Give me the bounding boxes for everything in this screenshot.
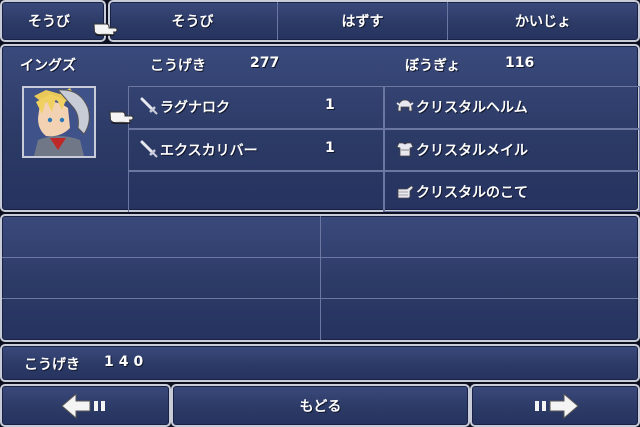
item-slot[interactable] [320, 257, 638, 299]
character-name: イングズ [20, 58, 76, 74]
armor-name-3: クリスタルのこて [416, 185, 528, 201]
right-arrow-icon[interactable] [526, 392, 580, 420]
back-button[interactable]: もどる [171, 396, 470, 416]
armor-name-1: クリスタルヘルム [416, 100, 528, 116]
weapon-row-3 [128, 170, 384, 212]
weapon-cursor-hand-icon [109, 111, 134, 124]
item-slot[interactable] [320, 298, 638, 340]
attack-label: こうげき [150, 58, 206, 74]
tab-equip[interactable]: そうび [108, 11, 277, 31]
tab-remove[interactable]: はずす [278, 11, 447, 31]
tab-unequip-all[interactable]: かいじょ [448, 11, 638, 31]
weapon-name-1: ラグナロク [160, 100, 230, 116]
weapon-count-1: 1 [325, 97, 335, 113]
attack-value: 277 [250, 55, 280, 71]
sword-icon [140, 140, 158, 158]
item-slot[interactable] [2, 216, 321, 258]
status-value: 140 [104, 354, 149, 370]
portrait-image [24, 88, 94, 156]
left-arrow-icon[interactable] [60, 392, 114, 420]
character-portrait [22, 86, 96, 158]
armor-name-2: クリスタルメイル [416, 143, 528, 159]
sword-icon [140, 97, 158, 115]
item-slot[interactable] [320, 216, 638, 258]
armor-icon [396, 142, 414, 157]
item-slot[interactable] [2, 257, 321, 299]
status-panel [0, 344, 640, 382]
weapon-count-2: 1 [325, 140, 335, 156]
item-slot[interactable] [2, 298, 321, 340]
gauntlet-icon [397, 185, 414, 199]
helmet-icon [396, 99, 414, 112]
menu-left-label: そうび [28, 14, 70, 30]
defense-label: ぼうぎょ [405, 58, 461, 74]
status-label: こうげき [24, 357, 80, 373]
defense-value: 116 [505, 55, 535, 71]
cursor-hand-icon [93, 23, 118, 36]
weapon-name-2: エクスカリバー [160, 143, 258, 159]
